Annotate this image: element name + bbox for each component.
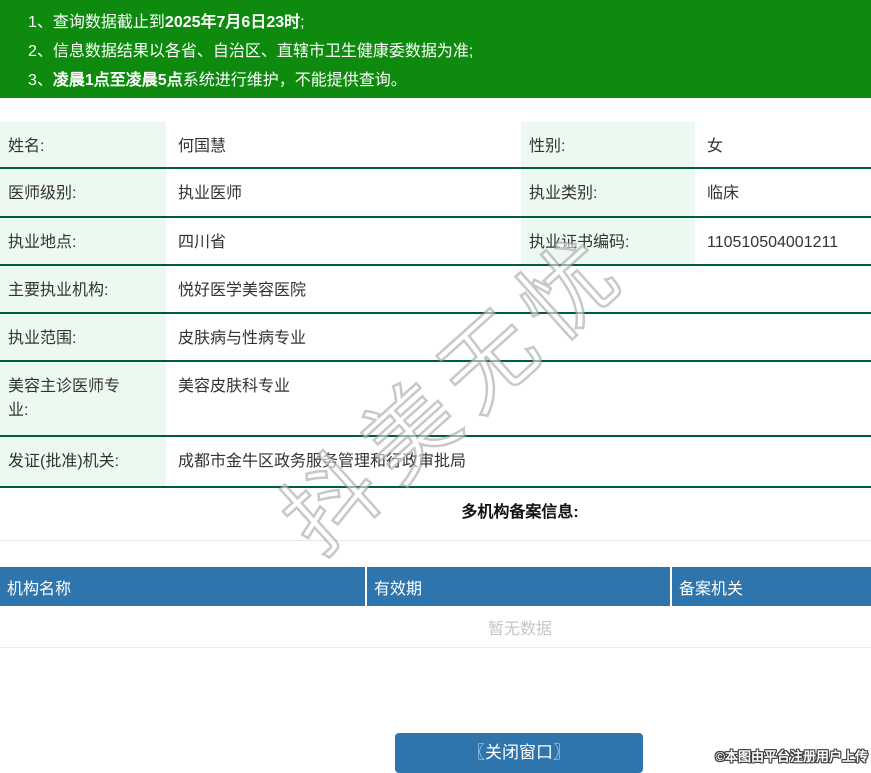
field-value-category: 临床 <box>707 185 740 202</box>
notice-line-2: 2、信息数据结果以各省、自治区、直辖市卫生健康委数据为准; <box>28 37 871 66</box>
practitioner-info-table: 姓名: 何国慧 性别: 女 医师级别: 执业医师 执业类别: 临床 执业地点: … <box>0 122 871 488</box>
table-row: 执业范围: 皮肤病与性病专业 <box>0 314 871 362</box>
empty-data-message: 暂无数据 <box>0 606 871 648</box>
notice-line-number: 1、 <box>28 14 53 31</box>
notice-text: 信息数据结果以各省、自治区、直辖市卫生健康委数据为准; <box>52 43 474 60</box>
notice-text: ; <box>300 14 305 31</box>
field-value-location: 四川省 <box>178 234 227 251</box>
field-value-issuing-authority: 成都市金牛区政务服务管理和行政审批局 <box>178 453 467 470</box>
column-header-institution: 机构名称 <box>0 567 367 606</box>
notice-line-3: 3、凌晨1点至凌晨5点系统进行维护，不能提供查询。 <box>28 66 871 95</box>
field-label-category: 执业类别: <box>521 169 695 216</box>
field-label-gender: 性别: <box>521 122 695 167</box>
column-header-record-authority: 备案机关 <box>679 580 744 598</box>
column-header-validity: 有效期 <box>367 567 672 606</box>
page-content: 1、查询数据截止到2025年7月6日23时; 2、信息数据结果以各省、自治区、直… <box>0 0 871 773</box>
notice-text: 系统进行维护，不能提供查询。 <box>182 72 407 89</box>
upload-credit-text: ©本图由平台注册用户上传 <box>715 749 868 764</box>
field-value-level: 执业医师 <box>178 185 243 202</box>
field-value-main-institution: 悦好医学美容医院 <box>178 282 307 299</box>
notice-line-1: 1、查询数据截止到2025年7月6日23时; <box>28 8 871 37</box>
table-row: 姓名: 何国慧 性别: 女 <box>0 122 871 169</box>
notice-line-number: 3、 <box>28 72 53 89</box>
table-row: 美容主诊医师专 业: 美容皮肤科专业 <box>0 362 871 437</box>
field-label-location: 执业地点: <box>0 218 166 264</box>
field-label-issuing-authority: 发证(批准)机关: <box>0 437 166 486</box>
field-label-certificate-no: 执业证书编码: <box>521 218 695 264</box>
field-value-certificate-no: 110510504001211 <box>707 234 839 251</box>
notice-line-number: 2、 <box>28 43 53 60</box>
field-value-name: 何国慧 <box>178 138 227 155</box>
table-row: 执业地点: 四川省 执业证书编码: 110510504001211 <box>0 218 871 266</box>
field-value-cosmetic-specialty: 美容皮肤科专业 <box>178 378 291 395</box>
notice-banner: 1、查询数据截止到2025年7月6日23时; 2、信息数据结果以各省、自治区、直… <box>0 0 871 98</box>
notice-text-bold: 2025年7月6日23时 <box>164 14 301 31</box>
field-label-main-institution: 主要执业机构: <box>0 266 166 312</box>
field-value-gender: 女 <box>707 138 724 155</box>
field-label-level: 医师级别: <box>0 169 166 216</box>
table-row: 发证(批准)机关: 成都市金牛区政务服务管理和行政审批局 <box>0 437 871 488</box>
table-row: 医师级别: 执业医师 执业类别: 临床 <box>0 169 871 218</box>
field-label-name: 姓名: <box>0 122 166 167</box>
divider <box>0 540 871 541</box>
notice-text: 查询数据截止到 <box>52 14 165 31</box>
records-table-header: 机构名称 有效期 备案机关 <box>0 567 871 606</box>
multi-org-section-title: 多机构备案信息: <box>461 504 579 521</box>
field-label-cosmetic-specialty: 美容主诊医师专 业: <box>0 362 166 435</box>
notice-text-bold: 凌晨1点至凌晨5点 <box>52 72 183 89</box>
table-row: 主要执业机构: 悦好医学美容医院 <box>0 266 871 314</box>
field-label-scope: 执业范围: <box>0 314 166 360</box>
field-value-scope: 皮肤病与性病专业 <box>178 330 307 347</box>
close-window-button[interactable]: 〖关闭窗口〗 <box>395 733 643 773</box>
